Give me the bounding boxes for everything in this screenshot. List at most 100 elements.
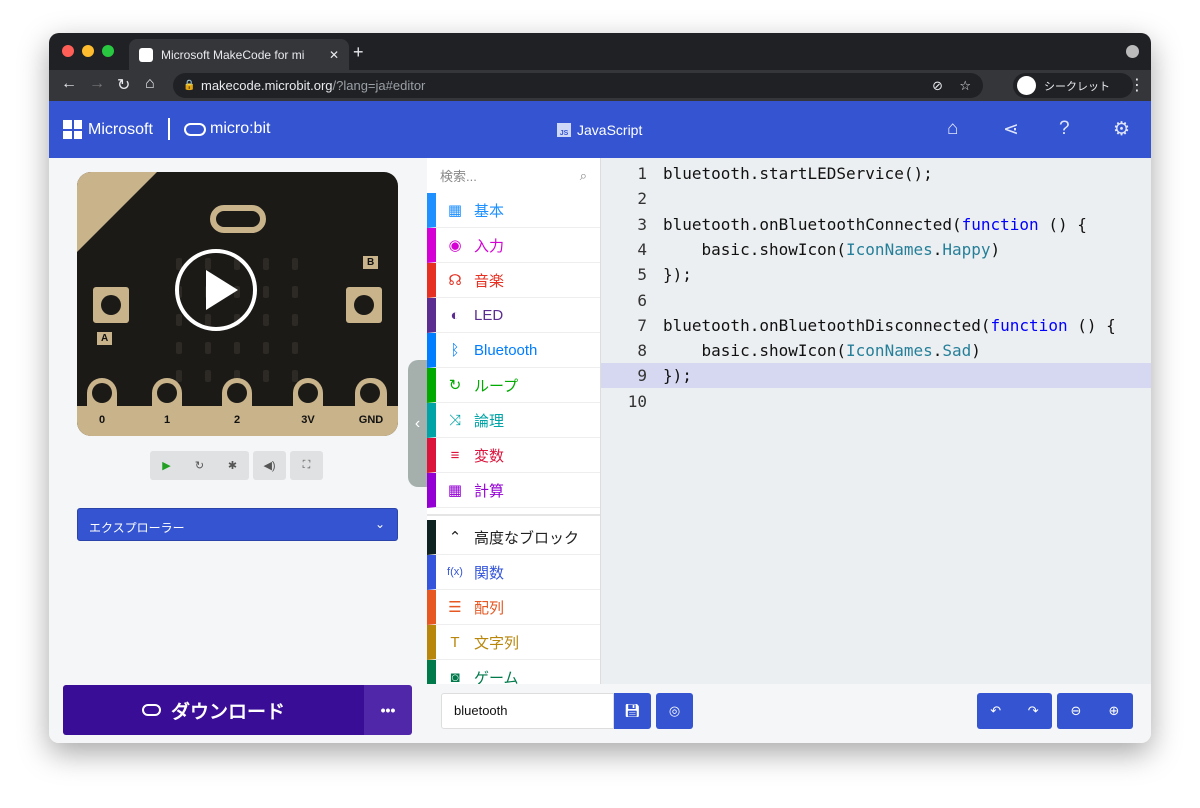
redo-button[interactable]: ↷	[1028, 703, 1039, 719]
line-number: 2	[637, 189, 647, 209]
toolbox-category[interactable]: ▦ 計算	[427, 473, 600, 508]
chevron-down-icon: ⌄	[374, 517, 385, 531]
led	[263, 342, 269, 354]
explorer-button[interactable]: エクスプローラー ⌄	[77, 508, 398, 541]
toolbox-category[interactable]: f(x) 関数	[427, 555, 600, 590]
debug-button[interactable]: ✱	[216, 459, 249, 472]
incognito-profile[interactable]: シークレット	[1013, 73, 1133, 98]
microsoft-logo[interactable]: Microsoft	[63, 120, 153, 139]
toolbox-category[interactable]: ◐ LED	[427, 298, 600, 333]
code-line: 9});	[601, 363, 1151, 389]
toggle-icon: ◐	[450, 306, 460, 324]
share-icon[interactable]: ⋖	[1003, 118, 1019, 141]
toolbox-category[interactable]: ☰ 配列	[427, 590, 600, 625]
toolbox-category[interactable]: ᛒ Bluetooth	[427, 333, 600, 368]
bottom-bar: ダウンロード ••• bluetooth 💾︎ ◎ ↶ ↷ ⊖ ⊕	[49, 684, 1151, 743]
play-icon[interactable]	[175, 249, 257, 331]
led	[176, 314, 182, 326]
line-number: 6	[637, 290, 647, 310]
code-token: Sad	[942, 341, 972, 361]
new-tab-button[interactable]: +	[353, 42, 364, 63]
microbit-logo[interactable]: micro:bit	[184, 120, 270, 138]
save-button[interactable]: 💾︎	[614, 693, 651, 729]
eye-off-icon[interactable]: ⊘	[932, 78, 943, 94]
star-icon[interactable]: ☆	[959, 78, 971, 94]
close-window-button[interactable]	[62, 45, 74, 57]
home-icon[interactable]: ⌂	[947, 118, 958, 140]
led	[292, 342, 298, 354]
gamepad-icon: ◙	[450, 668, 460, 685]
button-b[interactable]	[346, 287, 382, 323]
category-label: ループ	[474, 377, 519, 395]
microbit-logo-touch[interactable]	[210, 205, 266, 233]
toolbox-category[interactable]: ⌃ 高度なブロック	[427, 520, 600, 555]
reload-icon[interactable]: ↻	[117, 75, 130, 95]
browser-tab[interactable]: Microsoft MakeCode for mi ✕	[129, 39, 349, 70]
pin-1[interactable]: 1	[152, 378, 182, 436]
collapse-simulator-handle[interactable]: ‹	[408, 360, 427, 487]
help-icon[interactable]: ?	[1059, 118, 1070, 140]
toolbox-category[interactable]: ↻ ループ	[427, 368, 600, 403]
explorer-label: エクスプローラー	[89, 521, 185, 535]
led	[263, 258, 269, 270]
category-label: 音楽	[474, 272, 505, 290]
category-label: ゲーム	[474, 669, 519, 685]
toolbox-category[interactable]: ⤨ 論理	[427, 403, 600, 438]
toolbox-category[interactable]: ◉ 入力	[427, 228, 600, 263]
toolbox-category[interactable]: ≡ 変数	[427, 438, 600, 473]
calculator-icon: ▦	[447, 482, 463, 499]
mute-button[interactable]: ◀)	[253, 459, 286, 472]
simulator-panel: A B 0 1 2 3V GND ▶ ↻ ✱ ◀) ⛶ エクスプローラー ⌄ ‹	[49, 158, 427, 743]
toolbox-search-input[interactable]: 検索... ⌕	[427, 158, 600, 193]
pin-2[interactable]: 2	[222, 378, 252, 436]
divider	[168, 118, 170, 140]
pin-0[interactable]: 0	[87, 378, 117, 436]
github-button[interactable]: ◎	[656, 693, 693, 729]
fullscreen-button[interactable]: ⛶	[290, 459, 323, 472]
led	[292, 258, 298, 270]
code-token: function	[990, 315, 1068, 335]
settings-icon[interactable]: ⚙	[1113, 118, 1130, 141]
microbit-simulator[interactable]: A B 0 1 2 3V GND	[77, 172, 398, 436]
restart-button[interactable]: ↻	[183, 459, 216, 472]
code-line: 8 basic.showIcon(IconNames.Sad)	[601, 338, 1151, 363]
maximize-window-button[interactable]	[102, 45, 114, 57]
toolbox-category[interactable]: T 文字列	[427, 625, 600, 660]
toolbox-category[interactable]: ◙ ゲーム	[427, 660, 600, 684]
toolbox-category[interactable]: ☊ 音楽	[427, 263, 600, 298]
brand-label: Microsoft	[88, 120, 153, 138]
category-label: 計算	[474, 482, 505, 500]
button-a-label: A	[97, 332, 113, 345]
tab-title: Microsoft MakeCode for mi	[161, 47, 305, 62]
minimize-window-button[interactable]	[82, 45, 94, 57]
home-icon[interactable]: ⌂	[145, 75, 155, 93]
code-editor[interactable]: 1 bluetooth.startLEDService(); 2 3 bluetooth…	[601, 158, 1151, 684]
save-icon: 💾︎	[624, 703, 641, 718]
shuffle-icon: ⤨	[448, 411, 461, 429]
chevron-left-icon: ‹	[414, 414, 421, 432]
menu-icon[interactable]: ⋮	[1129, 75, 1145, 95]
back-icon[interactable]: ←	[61, 75, 77, 93]
close-tab-icon[interactable]: ✕	[329, 48, 339, 62]
code-token: bluetooth.onBluetoothConnected(	[663, 214, 962, 234]
address-bar: ← → ↻ ⌂ 🔒 makecode.microbit.org/?lang=ja…	[49, 70, 1151, 101]
url-input[interactable]: 🔒 makecode.microbit.org/?lang=ja#editor …	[173, 73, 983, 98]
toolbox-category[interactable]: ▦ 基本	[427, 193, 600, 228]
button-a[interactable]	[93, 287, 129, 323]
forward-icon[interactable]: →	[89, 75, 105, 93]
project-name-input[interactable]: bluetooth	[441, 693, 614, 729]
more-download-options-button[interactable]: •••	[364, 685, 412, 735]
list-icon: ☰	[448, 599, 462, 616]
pin-gnd[interactable]: GND	[355, 378, 387, 436]
code-line: 10	[601, 389, 1151, 414]
zoom-out-button[interactable]: ⊖	[1071, 703, 1082, 719]
javascript-mode-button[interactable]: JS JavaScript	[557, 122, 642, 138]
download-button[interactable]: ダウンロード	[63, 685, 364, 735]
pin-3v[interactable]: 3V	[293, 378, 323, 436]
tab-search-icon[interactable]	[1126, 45, 1139, 58]
play-button[interactable]: ▶	[150, 459, 183, 472]
zoom-in-button[interactable]: ⊕	[1109, 703, 1120, 719]
code-line: 2	[601, 186, 1151, 211]
undo-button[interactable]: ↶	[990, 703, 1001, 719]
github-icon: ◎	[668, 703, 681, 718]
